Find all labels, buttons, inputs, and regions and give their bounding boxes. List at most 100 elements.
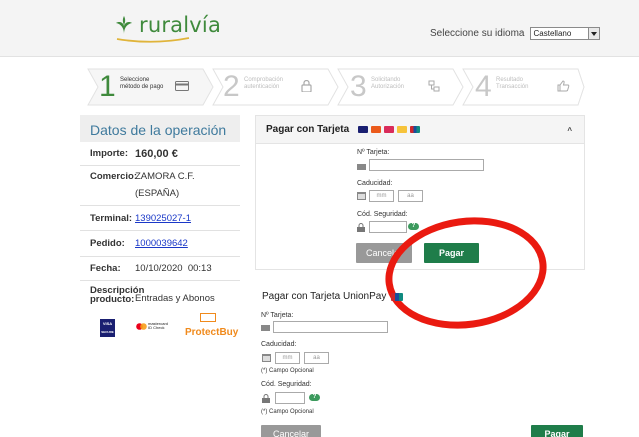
lock-icon xyxy=(301,80,312,92)
step-label-line1: Comprobación xyxy=(244,77,284,83)
description-value: Entradas y Abonos xyxy=(135,292,215,304)
amount-row: Importe: 160,00 € xyxy=(80,142,240,166)
step-label-line2: Transacción xyxy=(496,84,529,90)
merchant-value: ZAMORA C.F. (ESPAÑA) xyxy=(135,168,240,205)
mastercard-brand-icon xyxy=(371,126,382,133)
step-number: 4 xyxy=(475,70,492,103)
visa-secure-logo: VISA SECURE xyxy=(100,319,115,337)
row-label: Pedido: xyxy=(90,238,125,249)
language-dropdown[interactable]: Castellano xyxy=(529,27,600,40)
order-value-wrap: 1000039642 xyxy=(135,238,240,249)
lock-icon xyxy=(357,223,365,232)
card-icon xyxy=(175,81,189,91)
mastercard-idcheck-logo: mastercard ID Check xyxy=(136,322,168,330)
language-selector: Seleccione su idioma Castellano xyxy=(430,27,600,40)
card-number-label: Nº Tarjeta: xyxy=(357,149,390,156)
card-payment-header[interactable]: Pagar con Tarjeta ^ xyxy=(256,116,584,144)
cvv-help-icon[interactable]: ? xyxy=(408,223,419,230)
terminal-link[interactable]: 139025027-1 xyxy=(135,213,191,224)
expiry-label: Caducidad: xyxy=(357,180,393,187)
row-label-line2: producto: xyxy=(90,294,135,305)
row-label: Importe: xyxy=(90,148,128,159)
mastercard-text: mastercard ID Check xyxy=(148,322,168,330)
unionpay-title-text: Pagar con Tarjeta UnionPay xyxy=(262,291,387,302)
cvv-input[interactable] xyxy=(369,221,407,233)
row-label: Comercio: xyxy=(90,171,137,182)
row-label: Descripción producto: xyxy=(80,286,144,305)
language-selected: Castellano xyxy=(533,29,572,38)
order-link[interactable]: 1000039642 xyxy=(135,238,188,249)
step-label: Solicitando Autorización xyxy=(371,77,404,91)
amount-value: 160,00 € xyxy=(135,147,178,160)
operation-details-panel: Datos de la operación Importe: 160,00 € … xyxy=(80,115,240,309)
step-label-line1: Solicitando xyxy=(371,77,401,83)
expiry-year-input[interactable]: aa xyxy=(398,190,423,202)
up-pay-button[interactable]: Pagar xyxy=(531,425,583,437)
mastercard-sub-label: ID Check xyxy=(148,325,165,330)
step-3: 3 Solicitando Autorización xyxy=(338,68,463,106)
visa-sub-text: SECURE xyxy=(101,330,114,334)
card-number-input[interactable] xyxy=(369,159,484,171)
unionpay-brand-icon xyxy=(391,292,404,301)
terminal-value-wrap: 139025027-1 xyxy=(135,213,240,224)
up-expiry-month-input[interactable]: mm xyxy=(275,352,300,364)
card-payment-title: Pagar con Tarjeta xyxy=(266,124,350,135)
card-brands xyxy=(355,126,421,133)
ruralvia-logo[interactable]: ruralvía xyxy=(113,13,221,37)
visa-brand-icon xyxy=(358,126,369,133)
merchant-row: Comercio: ZAMORA C.F. (ESPAÑA) xyxy=(80,166,240,206)
security-logos: VISA SECURE mastercard ID Check ProtectB… xyxy=(100,313,238,343)
expiry-month-input[interactable]: mm xyxy=(369,190,394,202)
step-label-line1: Resultado xyxy=(496,77,524,83)
up-cvv-label: Cód. Seguridad: xyxy=(261,381,312,388)
step-1: 1 Seleccione método de pago xyxy=(85,68,213,106)
up-optional-note: (*) Campo Opcional xyxy=(261,368,314,374)
step-label-line2: método de pago xyxy=(120,84,164,90)
logo-swoosh xyxy=(116,37,190,43)
logo-text: ruralvía xyxy=(139,13,222,37)
maestro-brand-icon xyxy=(384,126,395,133)
up-card-number-label: Nº Tarjeta: xyxy=(261,312,294,319)
calendar-icon xyxy=(357,192,366,200)
amex-brand-icon xyxy=(397,126,408,133)
unionpay-title[interactable]: Pagar con Tarjeta UnionPay xyxy=(262,291,404,302)
collapse-caret-icon[interactable]: ^ xyxy=(567,126,572,135)
up-cvv-input[interactable] xyxy=(275,392,305,404)
operation-title: Datos de la operación xyxy=(80,115,240,142)
up-optional-note-2: (*) Campo Opcional xyxy=(261,409,314,415)
protectbuy-logo: ProtectBuy xyxy=(185,313,238,340)
step-number: 1 xyxy=(99,70,116,103)
terminal-row: Terminal: 139025027-1 xyxy=(80,206,240,231)
protectbuy-text: ProtectBuy xyxy=(185,327,239,338)
thumbs-up-icon xyxy=(557,80,570,92)
up-cancel-button[interactable]: Cancelar xyxy=(261,425,321,437)
step-label: Comprobación autenticación xyxy=(244,77,283,91)
card-icon xyxy=(357,164,366,170)
calendar-icon xyxy=(262,354,271,362)
up-cvv-help-icon[interactable]: ? xyxy=(309,394,320,401)
visa-text: VISA xyxy=(102,321,113,326)
network-icon xyxy=(428,80,440,92)
date-row: Fecha: 10/10/2020 00:13 xyxy=(80,257,240,281)
discover-badge xyxy=(200,313,216,322)
order-row: Pedido: 1000039642 xyxy=(80,231,240,257)
up-expiry-year-input[interactable]: aa xyxy=(304,352,329,364)
language-prompt: Seleccione su idioma xyxy=(430,28,525,39)
step-4: 4 Resultado Transacción xyxy=(463,68,585,106)
dropdown-arrow-icon[interactable] xyxy=(587,28,599,39)
step-label-line2: autenticación xyxy=(244,84,280,90)
row-label: Fecha: xyxy=(90,263,121,274)
lock-icon xyxy=(262,394,270,403)
merchant-name: ZAMORA C.F. xyxy=(135,171,195,182)
up-card-number-input[interactable] xyxy=(273,321,388,333)
date-value: 10/10/2020 00:13 xyxy=(135,263,212,274)
merchant-country: (ESPAÑA) xyxy=(135,188,180,199)
up-expiry-label: Caducidad: xyxy=(261,341,297,348)
card-icon xyxy=(261,325,270,331)
step-label-line2: Autorización xyxy=(371,84,405,90)
unionpay-brand-icon xyxy=(410,126,421,133)
description-row: Descripción producto: Entradas y Abonos xyxy=(80,281,240,309)
leaf-logo-icon xyxy=(116,16,132,34)
row-label: Terminal: xyxy=(90,212,133,224)
step-number: 3 xyxy=(350,70,367,103)
